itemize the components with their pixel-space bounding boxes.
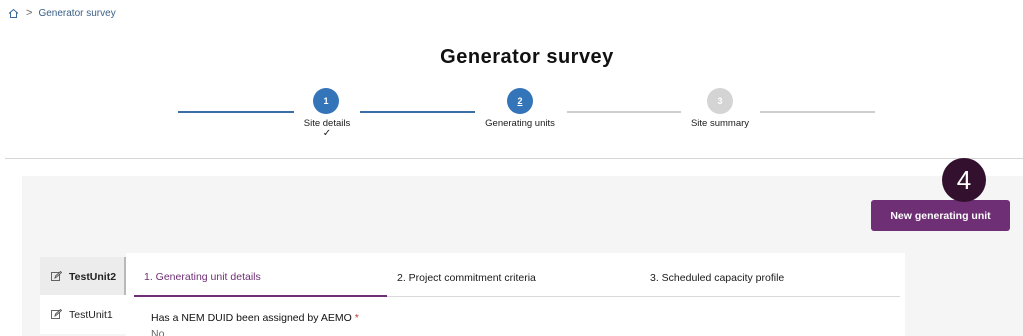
progress-stepper: 1 Site details ✓ 2 Generating units 3 Si… <box>0 84 1023 144</box>
new-generating-unit-button[interactable]: New generating unit <box>871 200 1010 231</box>
check-icon: ✓ <box>322 128 332 139</box>
tab-bar: 1. Generating unit details 2. Project co… <box>134 259 900 297</box>
breadcrumb-separator: > <box>26 7 33 19</box>
unit-details-card: 1. Generating unit details 2. Project co… <box>126 253 905 336</box>
annotation-badge: 4 <box>942 158 986 202</box>
header-divider <box>5 158 1023 159</box>
question-text: Has a NEM DUID been assigned by AEMO <box>151 312 352 324</box>
tab-scheduled-capacity-profile[interactable]: 3. Scheduled capacity profile <box>650 259 784 297</box>
stepper-line <box>360 111 475 113</box>
page-title: Generator survey <box>440 46 614 68</box>
tab-generating-unit-details[interactable]: 1. Generating unit details <box>134 259 387 297</box>
home-icon[interactable] <box>8 8 19 19</box>
nem-duid-question: Has a NEM DUID been assigned by AEMO * <box>151 312 359 324</box>
unit-item-testunit2[interactable]: TestUnit2 <box>40 257 126 296</box>
unit-list: TestUnit2 TestUnit1 <box>40 257 126 336</box>
unit-item-label: TestUnit1 <box>69 308 113 321</box>
step-3-label: Site summary <box>690 118 750 129</box>
tab-project-commitment-criteria[interactable]: 2. Project commitment criteria <box>397 259 536 297</box>
stepper-line <box>178 111 294 113</box>
stepper-line <box>567 111 681 113</box>
breadcrumb-current: Generator survey <box>38 7 116 19</box>
step-1-circle[interactable]: 1 <box>313 88 339 114</box>
unit-item-testunit1[interactable]: TestUnit1 <box>40 295 126 334</box>
required-marker: * <box>354 312 359 324</box>
edit-icon <box>51 270 63 282</box>
nem-duid-answer: No <box>151 328 165 336</box>
stepper-line <box>760 111 875 113</box>
breadcrumb: > Generator survey <box>8 7 116 19</box>
step-2-label[interactable]: Generating units <box>460 118 580 129</box>
step-2-circle[interactable]: 2 <box>507 88 533 114</box>
step-3-circle: 3 <box>707 88 733 114</box>
unit-item-label: TestUnit2 <box>69 270 117 283</box>
edit-icon <box>51 308 63 320</box>
